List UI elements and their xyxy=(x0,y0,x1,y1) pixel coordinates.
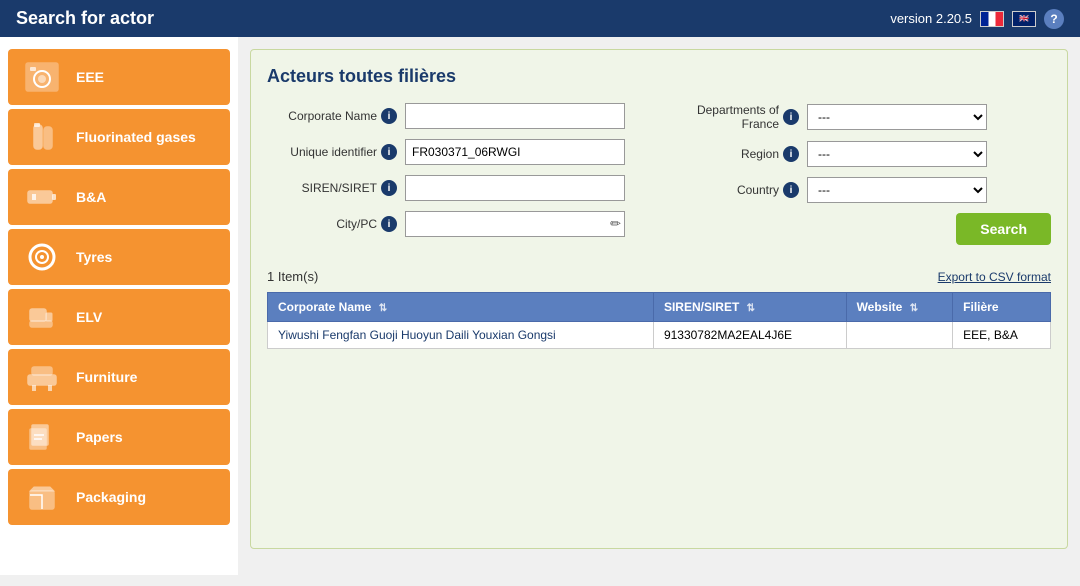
results-count: 1 Item(s) xyxy=(267,269,318,284)
region-info-icon[interactable]: i xyxy=(783,146,799,162)
sidebar-label-tyres: Tyres xyxy=(76,249,112,265)
tyre-icon xyxy=(20,239,64,275)
table-row: Yiwushi Fengfan Guoji Huoyun Daili Youxi… xyxy=(268,322,1051,349)
sidebar: EEE Fluorinated gases B&A xyxy=(0,37,238,575)
car-seat-icon xyxy=(20,299,64,335)
sidebar-item-fluorinated-gases[interactable]: Fluorinated gases xyxy=(8,109,230,165)
sidebar-item-elv[interactable]: ELV xyxy=(8,289,230,345)
corporate-name-label: Corporate Name i xyxy=(267,108,397,124)
sidebar-label-papers: Papers xyxy=(76,429,123,445)
furniture-icon xyxy=(20,359,64,395)
washing-machine-icon xyxy=(20,59,64,95)
sidebar-item-furniture[interactable]: Furniture xyxy=(8,349,230,405)
departments-label: Departments of France i xyxy=(679,103,799,131)
form-left: Corporate Name i Unique identifier i xyxy=(267,103,639,253)
departments-info-icon[interactable]: i xyxy=(783,109,799,125)
content-area: Acteurs toutes filières Corporate Name i xyxy=(238,37,1080,575)
cell-corporate-name: Yiwushi Fengfan Guoji Huoyun Daili Youxi… xyxy=(268,322,654,349)
cell-website xyxy=(846,322,953,349)
region-label: Region i xyxy=(679,146,799,162)
page-title: Search for actor xyxy=(16,8,154,29)
sidebar-label-packaging: Packaging xyxy=(76,489,146,505)
siren-input[interactable] xyxy=(405,175,625,201)
col-corporate-name[interactable]: Corporate Name ⇅ xyxy=(268,293,654,322)
version-area: version 2.20.5 🇬🇧 ? xyxy=(890,9,1064,29)
siren-row: SIREN/SIRET i xyxy=(267,175,639,201)
papers-icon xyxy=(20,419,64,455)
city-info-icon[interactable]: i xyxy=(381,216,397,232)
sidebar-label-furniture: Furniture xyxy=(76,369,137,385)
sidebar-label-fluorinated-gases: Fluorinated gases xyxy=(76,129,196,145)
unique-id-input[interactable] xyxy=(405,139,625,165)
search-btn-row: Search xyxy=(679,213,1051,245)
corporate-name-row: Corporate Name i xyxy=(267,103,639,129)
departments-row: Departments of France i --- xyxy=(679,103,1051,131)
sidebar-label-bna: B&A xyxy=(76,189,106,205)
top-header: Search for actor version 2.20.5 🇬🇧 ? xyxy=(0,0,1080,37)
flag-fr[interactable] xyxy=(980,11,1004,27)
sidebar-item-packaging[interactable]: Packaging xyxy=(8,469,230,525)
cell-filiere: EEE, B&A xyxy=(953,322,1051,349)
unique-id-info-icon[interactable]: i xyxy=(381,144,397,160)
results-table: Corporate Name ⇅ SIREN/SIRET ⇅ Website ⇅ xyxy=(267,292,1051,349)
pencil-icon: ✏ xyxy=(610,216,621,232)
table-header-row: Corporate Name ⇅ SIREN/SIRET ⇅ Website ⇅ xyxy=(268,293,1051,322)
sidebar-item-tyres[interactable]: Tyres xyxy=(8,229,230,285)
col-website[interactable]: Website ⇅ xyxy=(846,293,953,322)
unique-id-row: Unique identifier i xyxy=(267,139,639,165)
city-row: City/PC i ✏ xyxy=(267,211,639,237)
sidebar-item-papers[interactable]: Papers xyxy=(8,409,230,465)
siren-label: SIREN/SIRET i xyxy=(267,180,397,196)
col-filiere[interactable]: Filière xyxy=(953,293,1051,322)
version-text: version 2.20.5 xyxy=(890,11,972,26)
corporate-name-info-icon[interactable]: i xyxy=(381,108,397,124)
battery-icon xyxy=(20,179,64,215)
gas-cylinder-icon xyxy=(20,119,64,155)
country-select[interactable]: --- xyxy=(807,177,987,203)
panel-title: Acteurs toutes filières xyxy=(267,66,1051,87)
departments-select[interactable]: --- xyxy=(807,104,987,130)
sidebar-label-eee: EEE xyxy=(76,69,104,85)
results-header: 1 Item(s) Export to CSV format xyxy=(267,269,1051,284)
sort-icon-website: ⇅ xyxy=(910,303,918,314)
country-info-icon[interactable]: i xyxy=(783,182,799,198)
unique-id-label: Unique identifier i xyxy=(267,144,397,160)
city-input[interactable] xyxy=(405,211,625,237)
search-form: Corporate Name i Unique identifier i xyxy=(267,103,1051,253)
search-button[interactable]: Search xyxy=(956,213,1051,245)
packaging-icon xyxy=(20,479,64,515)
country-row: Country i --- xyxy=(679,177,1051,203)
sort-icon-corporate-name: ⇅ xyxy=(379,303,387,314)
sidebar-label-elv: ELV xyxy=(76,309,102,325)
flag-uk[interactable]: 🇬🇧 xyxy=(1012,11,1036,27)
cell-siren: 91330782MA2EAL4J6E xyxy=(653,322,846,349)
city-input-wrapper: ✏ xyxy=(405,211,625,237)
export-link[interactable]: Export to CSV format xyxy=(938,270,1051,284)
region-select[interactable]: --- xyxy=(807,141,987,167)
search-panel: Acteurs toutes filières Corporate Name i xyxy=(250,49,1068,549)
col-siren[interactable]: SIREN/SIRET ⇅ xyxy=(653,293,846,322)
country-label: Country i xyxy=(679,182,799,198)
city-label: City/PC i xyxy=(267,216,397,232)
region-row: Region i --- xyxy=(679,141,1051,167)
form-right: Departments of France i --- Region i xyxy=(679,103,1051,253)
main-layout: EEE Fluorinated gases B&A xyxy=(0,37,1080,575)
help-icon[interactable]: ? xyxy=(1044,9,1064,29)
sidebar-item-eee[interactable]: EEE xyxy=(8,49,230,105)
corporate-name-input[interactable] xyxy=(405,103,625,129)
sidebar-item-bna[interactable]: B&A xyxy=(8,169,230,225)
sort-icon-siren: ⇅ xyxy=(747,303,755,314)
corporate-name-link[interactable]: Yiwushi Fengfan Guoji Huoyun Daili Youxi… xyxy=(278,328,556,342)
siren-info-icon[interactable]: i xyxy=(381,180,397,196)
